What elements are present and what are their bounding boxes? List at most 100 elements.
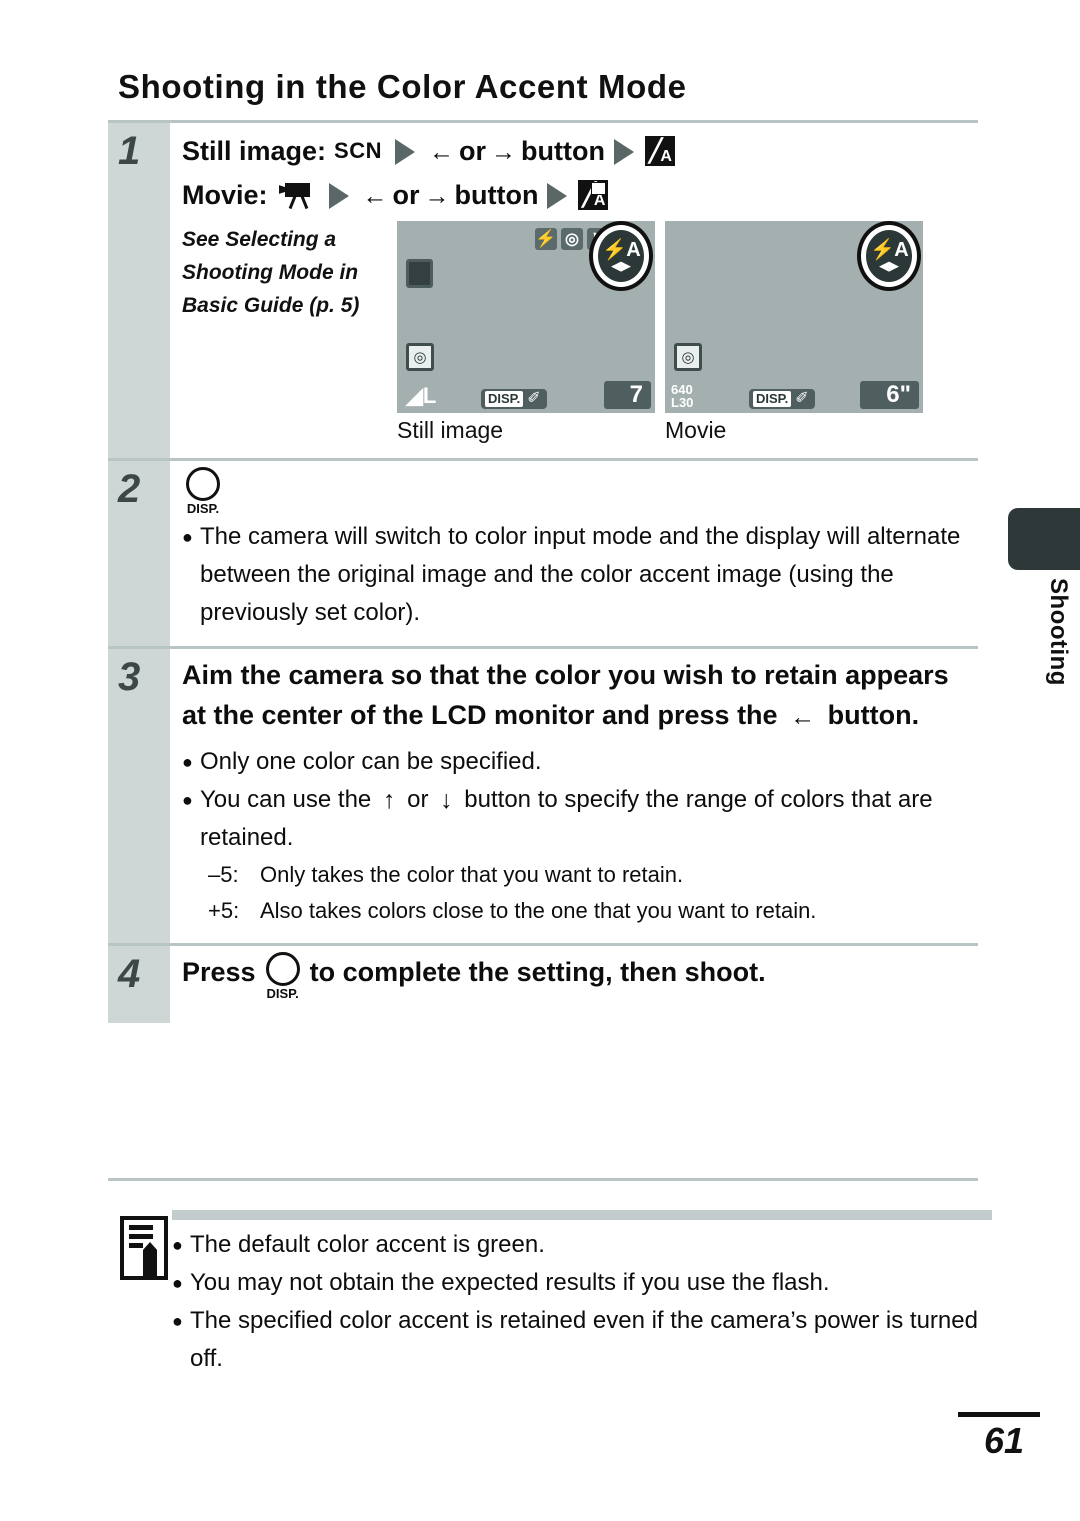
image-quality-indicator: ◢L: [406, 383, 437, 408]
movie-label: Movie:: [182, 180, 268, 210]
lcd-movie: ⚡A ◀▶ ◎ 640 L30 DISP. ✐ 6" Movie: [665, 221, 923, 444]
bullet-dot-icon: ●: [172, 1311, 183, 1331]
note-body: ● The default color accent is green. ● Y…: [172, 1210, 992, 1378]
note-top-bar: [172, 1210, 992, 1220]
range-key: –5:: [208, 862, 239, 887]
page-number-rule: [958, 1412, 1040, 1417]
range-option-minus5: –5: Only takes the color that you want t…: [208, 857, 978, 893]
step-2: 2 DISP. ● The camera will switch to colo…: [108, 458, 978, 646]
right-arrow-icon-2: →: [424, 181, 450, 210]
step-4-heading-part2: to complete the setting, then shoot.: [309, 957, 766, 987]
right-arrow-icon: →: [490, 137, 516, 166]
accent-badge-top-label: ⚡A: [602, 239, 640, 261]
recording-time-counter: 6": [860, 381, 919, 409]
range-value: Also takes colors close to the one that …: [260, 898, 817, 923]
arrow-right-triangle-icon-3: [328, 183, 349, 209]
bullet-text: Only one color can be specified.: [200, 748, 542, 775]
bullet-text-range: You can use the ↑ or ↓ button to specify…: [200, 781, 978, 857]
up-arrow-icon: ↑: [382, 786, 396, 814]
disp-button-circle: [186, 467, 220, 501]
step-3: 3 Aim the camera so that the color you w…: [108, 646, 978, 943]
note-text: The default color accent is green.: [190, 1231, 545, 1258]
disp-button-icon: DISP.: [186, 467, 220, 516]
button-word-2: button: [454, 180, 539, 210]
range-option-plus5: +5: Also takes colors close to the one t…: [208, 893, 978, 929]
step-1: 1 Still image: SCN ← or → button ╱ A Movi…: [108, 120, 978, 458]
bullet-dot-icon: ●: [172, 1235, 183, 1255]
step-4: 4 Press DISP. to complete the setting, t…: [108, 943, 978, 1023]
eyedropper-icon: ✐: [527, 390, 541, 407]
lcd-screen-still: ⚡ ◎ ⚑ ⚡A ◀▶ ◎ ◢L DISP.: [397, 221, 655, 413]
note-icon-wrap: [112, 1210, 172, 1282]
disp-button-circle-2: [265, 952, 300, 986]
movie-resolution-line2: L30: [671, 395, 694, 410]
lcd-previews: ⚡ ◎ ⚑ ⚡A ◀▶ ◎ ◢L DISP.: [397, 221, 923, 444]
see-reference-caption: See Selecting a Shooting Mode in Basic G…: [182, 228, 360, 317]
movie-resolution-indicator: 640 L30: [671, 383, 693, 409]
movie-camera-icon: [278, 180, 316, 210]
color-accent-movie-icon: ╱ A: [578, 180, 609, 210]
disp-chip-label: DISP.: [485, 391, 524, 407]
lcd-still-image: ⚡ ◎ ⚑ ⚡A ◀▶ ◎ ◢L DISP.: [397, 221, 655, 444]
or-word-2: or: [392, 180, 420, 210]
scn-mode-icon: SCN: [334, 138, 382, 163]
lcd-caption-still: Still image: [397, 417, 504, 443]
step-4-body: Press DISP. to complete the setting, the…: [170, 946, 978, 1023]
lcd-caption-movie: Movie: [665, 417, 727, 443]
steps-container: 1 Still image: SCN ← or → button ╱ A Movi…: [108, 120, 978, 1023]
step-2-body: DISP. ● The camera will switch to color …: [170, 461, 978, 646]
step-2-bullets: ● The camera will switch to color input …: [182, 518, 978, 632]
step-number: 1: [118, 129, 141, 173]
list-item: ● The specified color accent is retained…: [172, 1302, 992, 1378]
bullet-dot-icon: ●: [182, 790, 193, 810]
step-1-body: Still image: SCN ← or → button ╱ A Movie:…: [170, 123, 978, 458]
step-number: 2: [118, 467, 141, 511]
step-3-body: Aim the camera so that the color you wis…: [170, 649, 978, 943]
page-number: 61: [984, 1420, 1025, 1461]
left-arrow-icon: ←: [428, 137, 454, 166]
bullet-dot-icon: ●: [182, 527, 193, 547]
step-3-number-column: 3: [108, 649, 170, 943]
disp-hint-chip-movie: DISP. ✐: [749, 389, 815, 409]
list-item: ● The default color accent is green.: [172, 1226, 992, 1264]
step-1-number-column: 1: [108, 123, 170, 458]
metering-icon: ◎: [561, 228, 583, 250]
shots-remaining-counter: 7: [603, 381, 651, 409]
accent-badge-bottom-arrows: ◀▶: [611, 258, 631, 273]
or-word-1: or: [458, 136, 486, 166]
bullet2-or: or: [407, 786, 429, 813]
list-item: ● The camera will switch to color input …: [182, 518, 978, 632]
step-1-still-image-line: Still image: SCN ← or → button ╱ A: [182, 129, 978, 173]
disp-button-icon-2: DISP.: [265, 952, 300, 1001]
accent-badge-top-label-movie: ⚡A: [870, 239, 908, 261]
range-value: Only takes the color that you want to re…: [260, 862, 684, 887]
focus-frame-icon: [406, 259, 433, 288]
disp-hint-chip-still: DISP. ✐: [481, 389, 547, 409]
bullet-dot-icon: ●: [182, 752, 193, 772]
af-frame-icon: ◎: [406, 343, 434, 371]
step-3-heading-part2: button.: [827, 700, 920, 730]
step-2-number-column: 2: [108, 461, 170, 646]
arrow-right-triangle-icon-2: [613, 139, 634, 165]
lcd-screen-movie: ⚡A ◀▶ ◎ 640 L30 DISP. ✐ 6": [665, 221, 923, 413]
eyedropper-icon-movie: ✐: [795, 390, 809, 407]
step-4-number-column: 4: [108, 946, 170, 1023]
range-key: +5:: [208, 898, 240, 923]
step-1-illustration-row: See Selecting a Shooting Mode in Basic G…: [182, 221, 978, 444]
disp-button-label-2: DISP.: [266, 986, 299, 1001]
bullet2-pre: You can use the: [200, 786, 372, 813]
bullet-text: The camera will switch to color input mo…: [200, 523, 961, 626]
note-text: The specified color accent is retained e…: [190, 1307, 978, 1372]
bullet-dot-icon: ●: [172, 1273, 183, 1293]
color-accent-badge-movie: ⚡A ◀▶: [861, 225, 917, 287]
down-arrow-icon: ↓: [440, 786, 453, 814]
section-index-tab[interactable]: [1008, 508, 1080, 570]
step-number: 4: [118, 952, 141, 996]
arrow-right-triangle-icon-4: [547, 183, 568, 209]
disp-button-label: DISP.: [186, 501, 220, 516]
pencil-icon: [143, 1242, 157, 1278]
list-item: ● You can use the ↑ or ↓ button to speci…: [182, 781, 978, 857]
af-frame-icon-movie: ◎: [674, 343, 702, 371]
accent-badge-bottom-arrows-movie: ◀▶: [879, 258, 899, 273]
step-number: 3: [118, 655, 141, 699]
